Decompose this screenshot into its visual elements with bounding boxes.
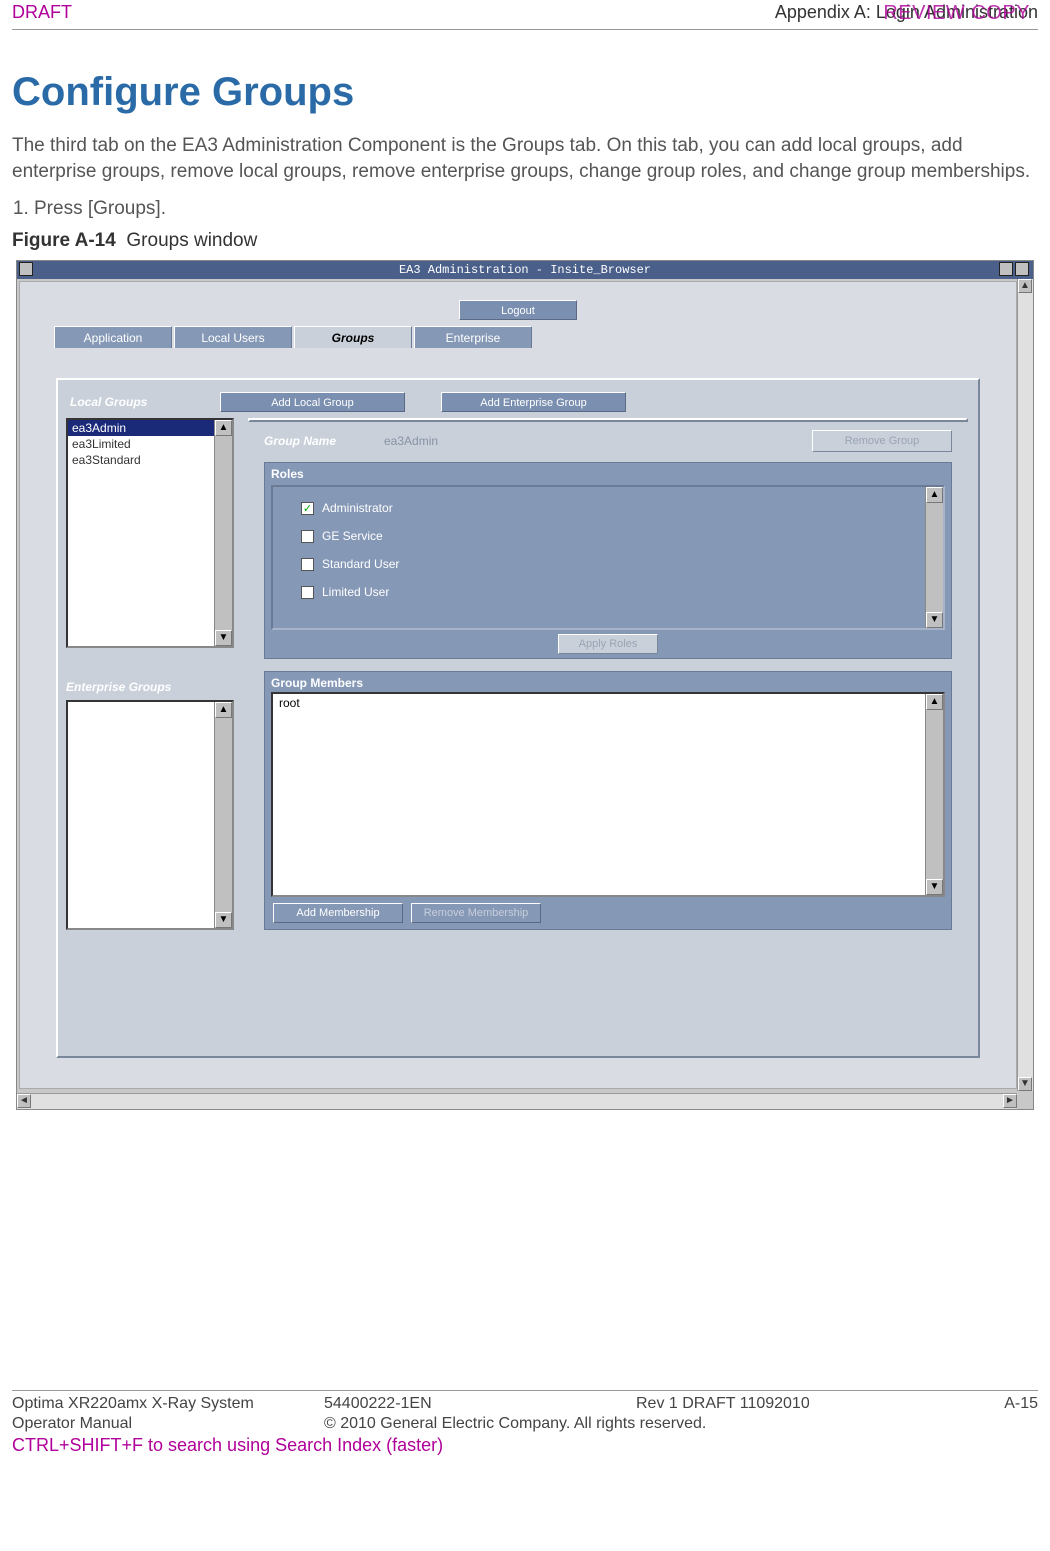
checkbox-icon[interactable] xyxy=(301,558,314,571)
page-title: Configure Groups xyxy=(12,70,1038,115)
listbox-scrollbar[interactable]: ▲ ▼ xyxy=(214,420,232,646)
search-hint: CTRL+SHIFT+F to search using Search Inde… xyxy=(12,1435,1038,1456)
scroll-down-icon[interactable]: ▼ xyxy=(1018,1077,1032,1091)
footer-rev: Rev 1 DRAFT 11092010 xyxy=(636,1395,948,1413)
step-1: Press [Groups]. xyxy=(34,198,1038,220)
scroll-up-icon[interactable]: ▲ xyxy=(215,420,232,436)
roles-label: Roles xyxy=(271,467,945,481)
checkbox-icon[interactable]: ✓ xyxy=(301,502,314,515)
local-groups-label: Local Groups xyxy=(70,395,220,409)
footer-product: Optima XR220amx X-Ray System xyxy=(12,1395,324,1413)
scroll-up-icon[interactable]: ▲ xyxy=(926,694,943,710)
group-members-label: Group Members xyxy=(271,676,945,690)
window-titlebar[interactable]: EA3 Administration - Insite_Browser xyxy=(17,261,1033,279)
listbox-scrollbar[interactable]: ▲ ▼ xyxy=(214,702,232,928)
role-row-ge-service[interactable]: GE Service xyxy=(301,529,915,543)
scroll-left-icon[interactable]: ◄ xyxy=(17,1094,31,1108)
remove-membership-button[interactable]: Remove Membership xyxy=(411,903,541,923)
window-scrollbar-horizontal[interactable]: ◄ ► xyxy=(17,1093,1017,1109)
tab-bar: Application Local Users Groups Enterpris… xyxy=(54,326,1016,348)
role-row-standard-user[interactable]: Standard User xyxy=(301,557,915,571)
groups-panel: Local Groups Add Local Group Add Enterpr… xyxy=(56,378,980,1058)
footer-manual: Operator Manual xyxy=(12,1415,324,1433)
role-label: Limited User xyxy=(322,585,389,599)
tab-application[interactable]: Application xyxy=(54,326,172,348)
checkbox-icon[interactable] xyxy=(301,530,314,543)
checkbox-icon[interactable] xyxy=(301,586,314,599)
add-membership-button[interactable]: Add Membership xyxy=(273,903,403,923)
role-label: Administrator xyxy=(322,501,393,515)
tab-local-users[interactable]: Local Users xyxy=(174,326,292,348)
window-menu-icon[interactable] xyxy=(19,262,33,276)
minimize-icon[interactable] xyxy=(999,262,1013,276)
scroll-down-icon[interactable]: ▼ xyxy=(926,612,943,628)
scroll-down-icon[interactable]: ▼ xyxy=(926,879,943,895)
roles-section: Roles ✓ Administrator GE Service xyxy=(264,462,952,659)
scroll-up-icon[interactable]: ▲ xyxy=(1018,279,1032,293)
listbox-scrollbar[interactable]: ▲ ▼ xyxy=(925,694,943,895)
app-client-area: Logout Application Local Users Groups En… xyxy=(19,281,1017,1089)
list-item[interactable]: root xyxy=(273,694,943,712)
logout-button[interactable]: Logout xyxy=(459,300,577,320)
figure-caption: Figure A-14 Groups window xyxy=(12,230,1038,252)
scroll-right-icon[interactable]: ► xyxy=(1003,1094,1017,1108)
role-label: GE Service xyxy=(322,529,383,543)
maximize-icon[interactable] xyxy=(1015,262,1029,276)
local-groups-listbox[interactable]: ea3Admin ea3Limited ea3Standard ▲ ▼ xyxy=(66,418,234,648)
footer-pagenum: A-15 xyxy=(948,1395,1038,1413)
draft-stamp: DRAFT xyxy=(12,2,72,23)
listbox-scrollbar[interactable]: ▲ ▼ xyxy=(925,487,943,628)
list-item[interactable]: ea3Admin xyxy=(68,420,232,436)
group-name-label: Group Name xyxy=(264,434,354,448)
scroll-down-icon[interactable]: ▼ xyxy=(215,630,232,646)
role-row-administrator[interactable]: ✓ Administrator xyxy=(301,501,915,515)
role-row-limited-user[interactable]: Limited User xyxy=(301,585,915,599)
list-item[interactable]: ea3Standard xyxy=(68,452,232,468)
group-members-section: Group Members root ▲ ▼ Add Membersh xyxy=(264,671,952,930)
scroll-down-icon[interactable]: ▼ xyxy=(215,912,232,928)
tab-enterprise[interactable]: Enterprise xyxy=(414,326,532,348)
role-label: Standard User xyxy=(322,557,399,571)
group-name-value: ea3Admin xyxy=(384,434,438,448)
group-detail-panel: Group Name ea3Admin Remove Group Roles ✓… xyxy=(248,418,968,422)
page-footer: Optima XR220amx X-Ray System 54400222-1E… xyxy=(12,1390,1038,1433)
footer-copyright: © 2010 General Electric Company. All rig… xyxy=(324,1415,948,1433)
remove-group-button[interactable]: Remove Group xyxy=(812,430,952,452)
enterprise-groups-label: Enterprise Groups xyxy=(66,680,171,694)
apply-roles-button[interactable]: Apply Roles xyxy=(558,634,658,654)
window-title: EA3 Administration - Insite_Browser xyxy=(399,263,651,277)
footer-docnum: 54400222-1EN xyxy=(324,1395,636,1413)
group-members-listbox[interactable]: root ▲ ▼ xyxy=(271,692,945,897)
review-copy-stamp: REVIEW COPY xyxy=(883,2,1030,25)
scroll-up-icon[interactable]: ▲ xyxy=(926,487,943,503)
list-item[interactable]: ea3Limited xyxy=(68,436,232,452)
add-enterprise-group-button[interactable]: Add Enterprise Group xyxy=(441,392,626,412)
window-scrollbar-vertical[interactable]: ▲ ▼ xyxy=(1017,279,1033,1091)
intro-paragraph: The third tab on the EA3 Administration … xyxy=(12,133,1038,184)
tab-groups[interactable]: Groups xyxy=(294,326,412,348)
enterprise-groups-listbox[interactable]: ▲ ▼ xyxy=(66,700,234,930)
add-local-group-button[interactable]: Add Local Group xyxy=(220,392,405,412)
app-window: EA3 Administration - Insite_Browser ▲ ▼ … xyxy=(16,260,1034,1110)
roles-listbox[interactable]: ✓ Administrator GE Service xyxy=(271,485,945,630)
scroll-up-icon[interactable]: ▲ xyxy=(215,702,232,718)
